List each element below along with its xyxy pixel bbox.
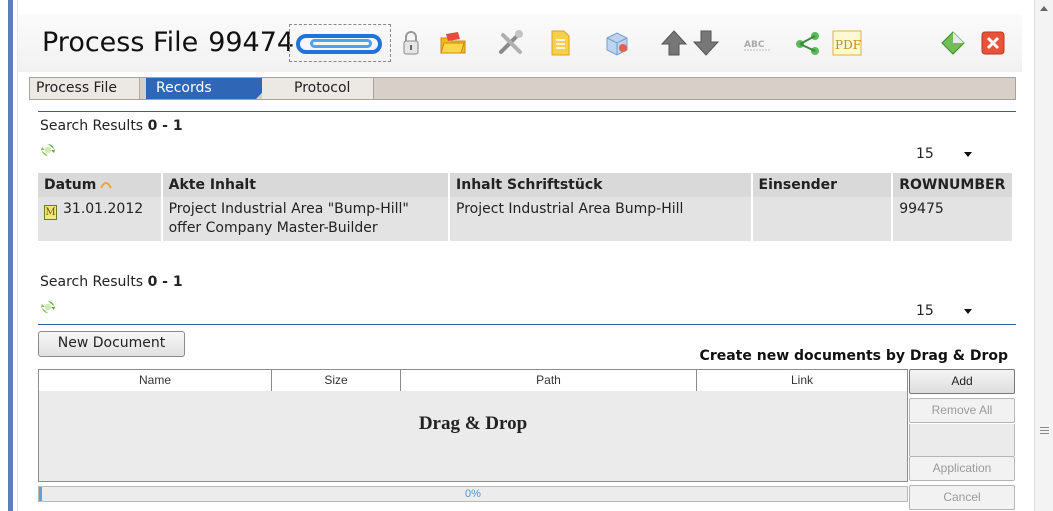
page-size-select-bottom[interactable]: 15 (908, 300, 980, 322)
close-icon[interactable] (978, 28, 1008, 58)
column-header-datum[interactable]: Datum (38, 173, 163, 197)
scroll-grip-icon[interactable] (1040, 427, 1049, 437)
svg-text:ABC: ABC (744, 40, 765, 50)
tab-process-file[interactable]: Process File (30, 78, 140, 99)
refresh-icon[interactable] (41, 143, 55, 157)
arrow-down-icon[interactable] (691, 28, 721, 58)
records-table: Datum Akte Inhalt Inhalt Schriftstück Ei… (38, 173, 1014, 241)
process-file-window: Process File 99474 ABC PDF Process File … (0, 0, 1053, 511)
divider-line (38, 324, 1016, 325)
paperclip-icon[interactable] (289, 24, 391, 62)
upload-col-path[interactable]: Path (401, 370, 697, 391)
search-results-label: Search Results (40, 118, 144, 134)
chevron-down-icon (964, 309, 972, 314)
button-column-spacer (909, 424, 1015, 456)
page-size-value: 15 (916, 303, 934, 319)
column-header-rownumber[interactable]: ROWNUMBER (892, 173, 1014, 197)
mail-document-icon[interactable]: M (44, 205, 57, 220)
search-results-top: Search Results 0 - 1 (40, 118, 183, 134)
diamond-icon[interactable] (938, 28, 968, 58)
cell-datum: M 31.01.2012 (38, 197, 163, 241)
cancel-button[interactable]: Cancel (909, 485, 1015, 510)
divider-line (38, 111, 1016, 112)
scroll-up-arrow-icon[interactable] (1040, 6, 1048, 11)
application-button[interactable]: Application (909, 456, 1015, 481)
cell-einsender (751, 197, 894, 241)
sort-arrow-icon[interactable] (100, 181, 113, 189)
file-number: 99474 (208, 27, 295, 58)
table-header-row: Datum Akte Inhalt Inhalt Schriftstück Ei… (38, 173, 1014, 197)
add-button[interactable]: Add (909, 369, 1015, 394)
column-header-akte-inhalt[interactable]: Akte Inhalt (161, 173, 451, 197)
new-document-button[interactable]: New Document (38, 331, 185, 357)
folder-icon[interactable] (438, 28, 468, 58)
upload-table-header: Name Size Path Link (38, 369, 908, 392)
column-header-inhalt-schriftstueck[interactable]: Inhalt Schriftstück (449, 173, 753, 197)
box-icon[interactable] (602, 28, 632, 58)
search-results-label: Search Results (40, 274, 144, 290)
share-icon[interactable] (793, 28, 823, 58)
vertical-scrollbar[interactable] (1034, 0, 1053, 511)
akte-line-2: offer Company Master-Builder (168, 220, 378, 236)
arrow-up-icon[interactable] (659, 28, 689, 58)
tab-protocol[interactable]: Protocol (262, 78, 374, 99)
cell-akte-inhalt: Project Industrial Area "Bump-Hill" offer… (161, 197, 451, 241)
pdf-icon[interactable]: PDF (830, 28, 864, 58)
svg-text:PDF: PDF (835, 38, 861, 52)
document-icon[interactable] (545, 28, 575, 58)
title-label: Process File (42, 27, 199, 58)
table-row[interactable]: M 31.01.2012 Project Industrial Area "Bum… (38, 197, 1014, 241)
drop-zone-label: Drag & Drop (418, 413, 528, 434)
column-header-einsender[interactable]: Einsender (751, 173, 894, 197)
left-accent-bar (8, 0, 13, 511)
progress-label: 0% (465, 488, 481, 500)
chevron-down-icon (964, 152, 972, 157)
header-toolbar: Process File 99474 ABC PDF (18, 14, 1022, 72)
refresh-icon[interactable] (41, 300, 55, 314)
datum-value: 31.01.2012 (63, 201, 144, 217)
upload-col-size[interactable]: Size (272, 370, 401, 391)
tab-bar: Process File Records Protocol (29, 77, 1016, 100)
page-title: Process File 99474 (42, 27, 294, 58)
upload-progress-bar: 0% (38, 486, 908, 502)
search-results-range: 0 - 1 (147, 118, 183, 134)
cell-inhalt-schriftstueck: Project Industrial Area Bump-Hill (449, 197, 753, 241)
spellcheck-icon[interactable]: ABC (742, 28, 772, 58)
drop-zone[interactable]: Drag & Drop (38, 391, 908, 482)
page-size-select-top[interactable]: 15 (908, 143, 980, 165)
tab-records[interactable]: Records (146, 78, 276, 99)
left-divider (17, 0, 18, 511)
drag-drop-hint: Create new documents by Drag & Drop (699, 348, 1008, 364)
search-results-bottom: Search Results 0 - 1 (40, 274, 183, 290)
cell-rownumber: 99475 (892, 197, 1014, 241)
upload-col-name[interactable]: Name (39, 370, 272, 391)
upload-col-link[interactable]: Link (697, 370, 907, 391)
akte-line-1: Project Industrial Area "Bump-Hill" (168, 201, 409, 217)
page-size-value: 15 (916, 146, 934, 162)
search-results-range: 0 - 1 (147, 274, 183, 290)
remove-all-button[interactable]: Remove All (909, 398, 1015, 423)
tools-icon[interactable] (496, 28, 526, 58)
lock-icon[interactable] (396, 28, 426, 58)
